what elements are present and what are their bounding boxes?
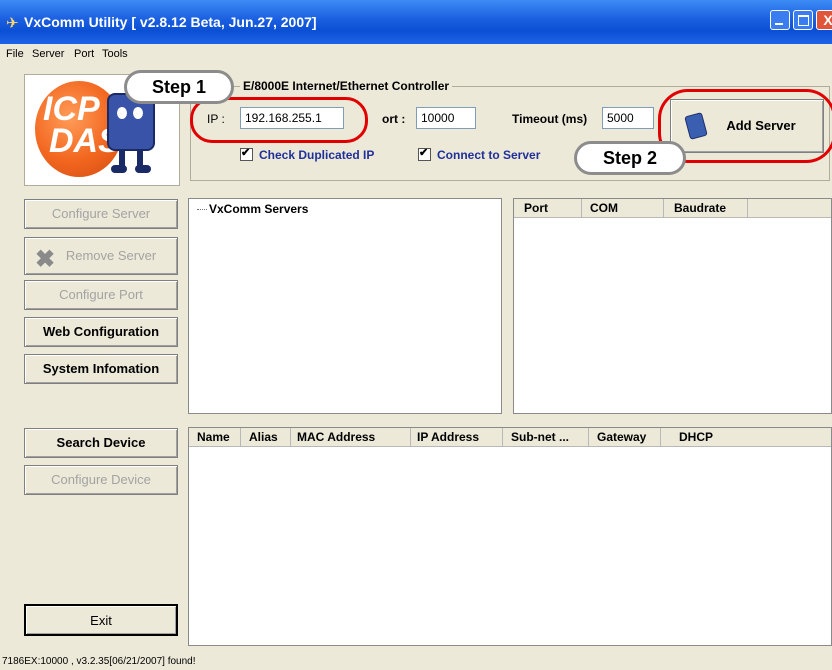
device-table-header: Name Alias MAC Address IP Address Sub-ne… [189,428,831,447]
configure-device-button[interactable]: Configure Device [24,465,178,495]
device-col-alias[interactable]: Alias [241,428,291,446]
port-col-port[interactable]: Port [514,199,582,217]
exit-button[interactable]: Exit [24,604,178,636]
device-col-dhcp[interactable]: DHCP [661,428,832,446]
title-bar[interactable]: ✈ VxComm Utility [ v2.8.12 Beta, Jun.27,… [0,0,832,44]
server-tree-root[interactable]: VxComm Servers [209,202,308,216]
device-col-subnet[interactable]: Sub-net ... [503,428,589,446]
device-table-panel[interactable]: Name Alias MAC Address IP Address Sub-ne… [188,427,832,646]
port-table-header: Port COM Baudrate [514,199,831,218]
remove-x-icon: ✖ [35,246,56,273]
menu-port[interactable]: Port [74,48,94,60]
window-title: VxComm Utility [ v2.8.12 Beta, Jun.27, 2… [24,14,317,30]
connect-to-server-label: Connect to Server [437,148,541,162]
app-icon: ✈ [6,15,19,32]
maximize-icon[interactable] [793,10,813,30]
tree-branch-line [197,209,207,210]
minimize-icon[interactable] [770,10,790,30]
port-col-com[interactable]: COM [582,199,664,217]
configure-server-button[interactable]: Configure Server [24,199,178,229]
web-configuration-button[interactable]: Web Configuration [24,317,178,347]
step2-label: Step 2 [574,141,686,175]
menu-tools[interactable]: Tools [102,48,128,60]
close-icon[interactable]: X [816,10,832,30]
step1-label: Step 1 [124,70,234,104]
menu-file[interactable]: File [6,48,24,60]
device-col-mac-address[interactable]: MAC Address [291,428,411,446]
search-device-button[interactable]: Search Device [24,428,178,458]
status-bar: 7186EX:10000 , v3.2.35[06/21/2007] found… [2,656,196,667]
port-table-panel[interactable]: Port COM Baudrate [513,198,832,414]
remove-server-button[interactable]: ✖ Remove Server [24,237,178,275]
mascot-foot-right [135,165,151,173]
server-tree-panel[interactable]: VxComm Servers [188,198,502,414]
check-duplicated-ip-box[interactable] [240,146,253,161]
configure-port-button[interactable]: Configure Port [24,280,178,310]
remove-server-label: Remove Server [65,248,157,263]
port-label: ort : [382,112,406,126]
connect-to-server-box[interactable] [418,146,431,161]
port-col-baudrate[interactable]: Baudrate [664,199,748,217]
device-col-gateway[interactable]: Gateway [589,428,661,446]
system-information-button[interactable]: System Infomation [24,354,178,384]
vxcomm-window: ✈ VxComm Utility [ v2.8.12 Beta, Jun.27,… [0,0,832,670]
check-duplicated-ip-checkbox[interactable]: Check Duplicated IP [240,146,375,162]
menu-bar: File Server Port Tools [0,44,832,64]
mascot-eye-right [133,107,143,119]
timeout-field[interactable]: 5000 [602,107,654,129]
port-field[interactable]: 10000 [416,107,476,129]
menu-server[interactable]: Server [32,48,64,60]
device-col-ip-address[interactable]: IP Address [411,428,503,446]
mascot-foot-left [111,165,127,173]
device-col-name[interactable]: Name [189,428,241,446]
connection-group-label: E/8000E Internet/Ethernet Controller [240,79,453,93]
connect-to-server-checkbox[interactable]: Connect to Server [418,146,541,162]
check-duplicated-ip-label: Check Duplicated IP [259,148,375,162]
timeout-label: Timeout (ms) [512,112,588,126]
mascot-eye-left [117,107,127,119]
